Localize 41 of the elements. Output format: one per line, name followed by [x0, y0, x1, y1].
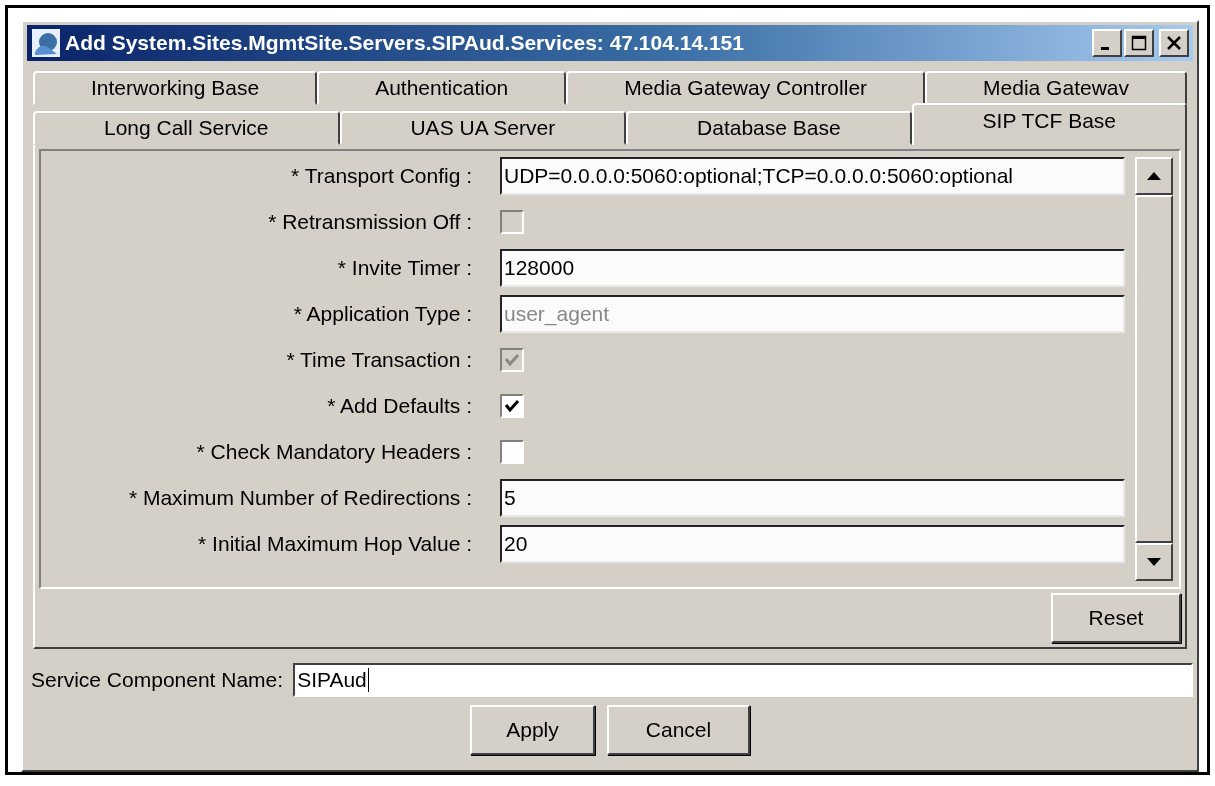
tab[interactable]: Database Base	[626, 111, 912, 145]
checkbox[interactable]	[500, 440, 524, 464]
dialog-button[interactable]: Cancel	[607, 705, 750, 755]
window-title: Add System.Sites.MgmtSite.Servers.SIPAud.Services: 47.104.14.151	[65, 31, 745, 55]
checkmark-icon	[504, 399, 520, 413]
tab[interactable]: Interworking Base	[33, 71, 318, 105]
tab[interactable]: SIP TCF Base	[911, 103, 1187, 145]
minimize-icon	[1101, 46, 1109, 50]
field-label: * Check Mandatory Headers :	[196, 440, 472, 464]
tab[interactable]: Long Call Service	[33, 111, 340, 145]
field-label: * Initial Maximum Hop Value :	[198, 532, 472, 556]
text-field[interactable]: 128000	[500, 249, 1125, 287]
down-arrow-icon	[1146, 557, 1162, 567]
field-label: * Add Defaults :	[327, 394, 472, 418]
close-icon	[1166, 35, 1182, 51]
checkmark-icon	[504, 353, 520, 367]
tab[interactable]: Media Gateway Controller	[566, 71, 926, 105]
tab[interactable]: UAS UA Server	[339, 111, 627, 145]
field-label: * Transport Config :	[291, 164, 472, 188]
text-field[interactable]: 5	[500, 479, 1125, 517]
field-label: Service Component Name:	[31, 668, 284, 692]
field-label: * Application Type :	[293, 302, 472, 326]
scrollbar[interactable]	[1135, 157, 1173, 581]
text-field[interactable]: UDP=0.0.0.0:5060:optional;TCP=0.0.0.0:5060:optional	[500, 157, 1125, 195]
field-label: * Invite Timer :	[337, 256, 472, 280]
maximize-button[interactable]	[1124, 29, 1154, 57]
up-arrow-icon	[1146, 171, 1162, 181]
close-button[interactable]	[1159, 29, 1189, 57]
dialog-button[interactable]: Apply	[470, 705, 595, 755]
tab[interactable]: Authentication	[317, 71, 567, 105]
field-label: * Maximum Number of Redirections :	[128, 486, 472, 510]
text-field[interactable]: 20	[500, 525, 1125, 563]
tab[interactable]: Media Gatewav	[925, 71, 1187, 105]
field-label: * Retransmission Off :	[268, 210, 472, 234]
reset-button[interactable]: Reset	[1051, 593, 1181, 643]
service-name-field[interactable]: SIPAud	[293, 663, 1193, 697]
field-label: * Time Transaction :	[286, 348, 472, 372]
checkbox[interactable]	[500, 394, 524, 418]
app-icon	[31, 28, 61, 58]
maximize-icon	[1131, 35, 1147, 51]
minimize-button[interactable]	[1092, 29, 1122, 57]
